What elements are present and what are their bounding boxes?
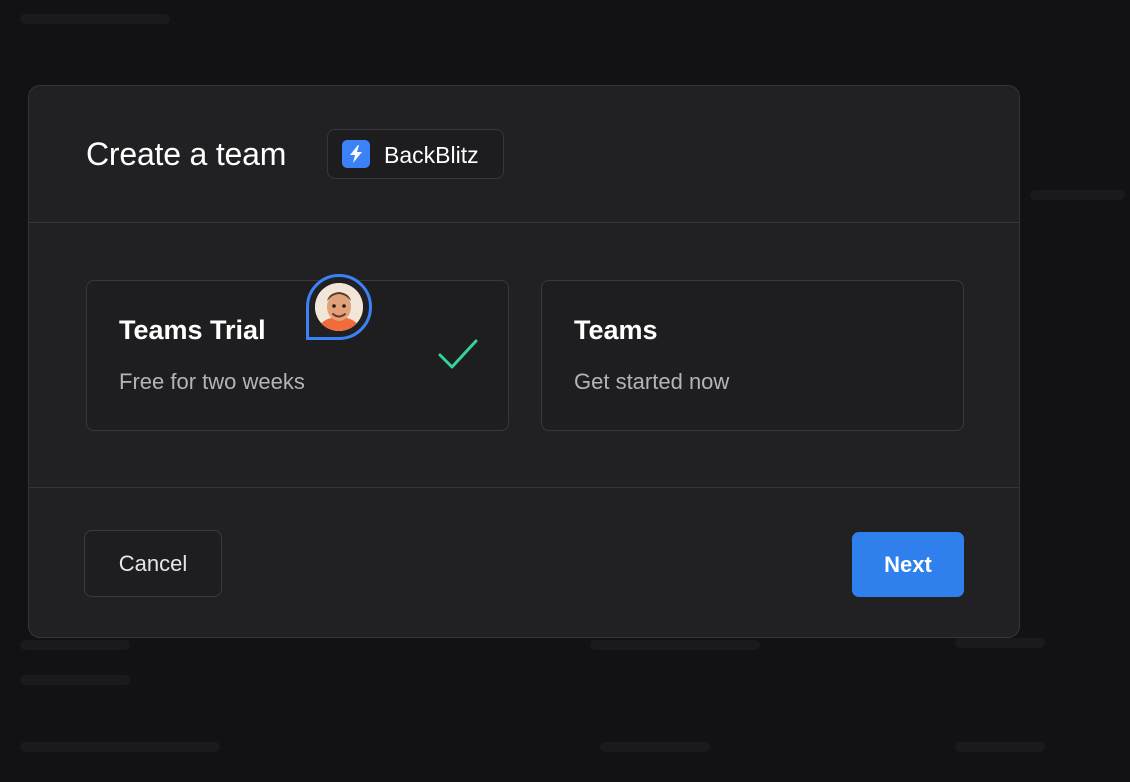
next-button[interactable]: Next bbox=[852, 532, 964, 597]
dialog-footer: Cancel Next bbox=[29, 489, 1019, 637]
workspace-selector[interactable]: BackBlitz bbox=[327, 129, 504, 179]
user-avatar-pin-icon bbox=[306, 274, 372, 340]
plan-options: Teams Trial Free for two weeks Teams Get… bbox=[29, 224, 1019, 488]
background-text-placeholder bbox=[590, 640, 760, 650]
plan-name: Teams Trial bbox=[119, 315, 266, 345]
plan-card-teams-trial[interactable]: Teams Trial Free for two weeks bbox=[86, 280, 509, 431]
checkmark-icon bbox=[438, 339, 478, 369]
background-text-placeholder bbox=[20, 742, 220, 752]
avatar bbox=[315, 283, 363, 331]
background-text-placeholder bbox=[20, 675, 130, 685]
background-text-placeholder bbox=[20, 14, 170, 24]
create-team-dialog: Create a team BackBlitz Teams Trial Free… bbox=[28, 85, 1020, 638]
plan-card-teams[interactable]: Teams Get started now bbox=[541, 280, 964, 431]
background-text-placeholder bbox=[20, 640, 130, 650]
background-text-placeholder bbox=[1030, 190, 1125, 200]
plan-subtitle: Get started now bbox=[574, 369, 730, 394]
workspace-name: BackBlitz bbox=[384, 142, 479, 168]
lightning-icon bbox=[342, 140, 370, 168]
cancel-button[interactable]: Cancel bbox=[84, 530, 222, 597]
background-text-placeholder bbox=[600, 742, 710, 752]
background-text-placeholder bbox=[955, 638, 1045, 648]
plan-name: Teams bbox=[574, 315, 658, 345]
background-text-placeholder bbox=[955, 742, 1045, 752]
dialog-title: Create a team bbox=[86, 136, 287, 172]
dialog-header: Create a team BackBlitz bbox=[29, 86, 1019, 223]
plan-subtitle: Free for two weeks bbox=[119, 369, 305, 394]
